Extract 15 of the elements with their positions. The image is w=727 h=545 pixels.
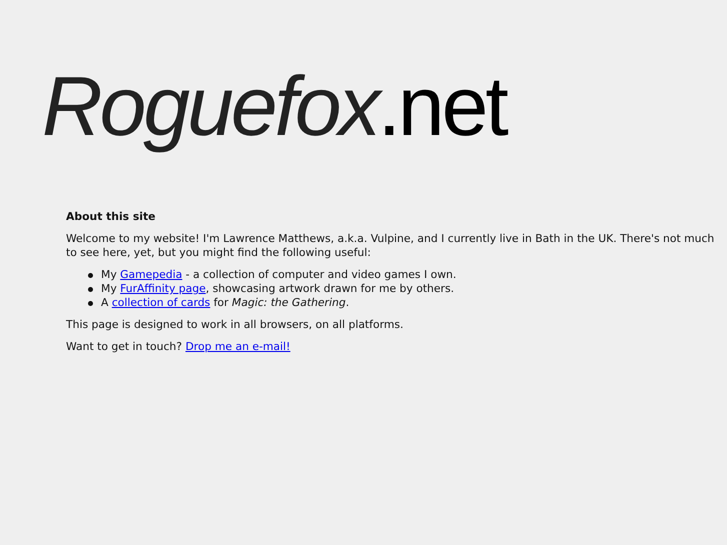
section-heading: About this site — [66, 210, 156, 224]
bullet-icon — [88, 272, 93, 278]
site-logo: Roguefox.net — [42, 58, 508, 154]
bullet-icon — [88, 300, 93, 306]
intro-paragraph: Welcome to my website! I'm Lawrence Matthews, a.k.a. Vulpine, and I currently live in Bath in the UK. There's not much to see here, yet, but you might find the following useful: — [66, 232, 716, 260]
link[interactable]: Gamepedia — [120, 268, 182, 281]
email-link[interactable]: Drop me an e-mail! — [185, 340, 290, 353]
contact-text: Want to get in touch? Drop me an e-mail! — [66, 340, 292, 354]
link[interactable]: FurAffinity page — [120, 282, 206, 295]
compatibility-note: This page is designed to work in all browsers, on all platforms. — [66, 318, 404, 332]
link[interactable]: collection of cards — [112, 296, 210, 309]
bullet-icon — [88, 286, 93, 292]
list-item-text: My FurAffinity page, showcasing artwork drawn for me by others. — [101, 282, 454, 296]
list-item-text: My Gamepedia - a collection of computer and video games I own. — [101, 268, 456, 282]
list-item-text: A collection of cards for Magic: the Gathering. — [101, 296, 350, 310]
